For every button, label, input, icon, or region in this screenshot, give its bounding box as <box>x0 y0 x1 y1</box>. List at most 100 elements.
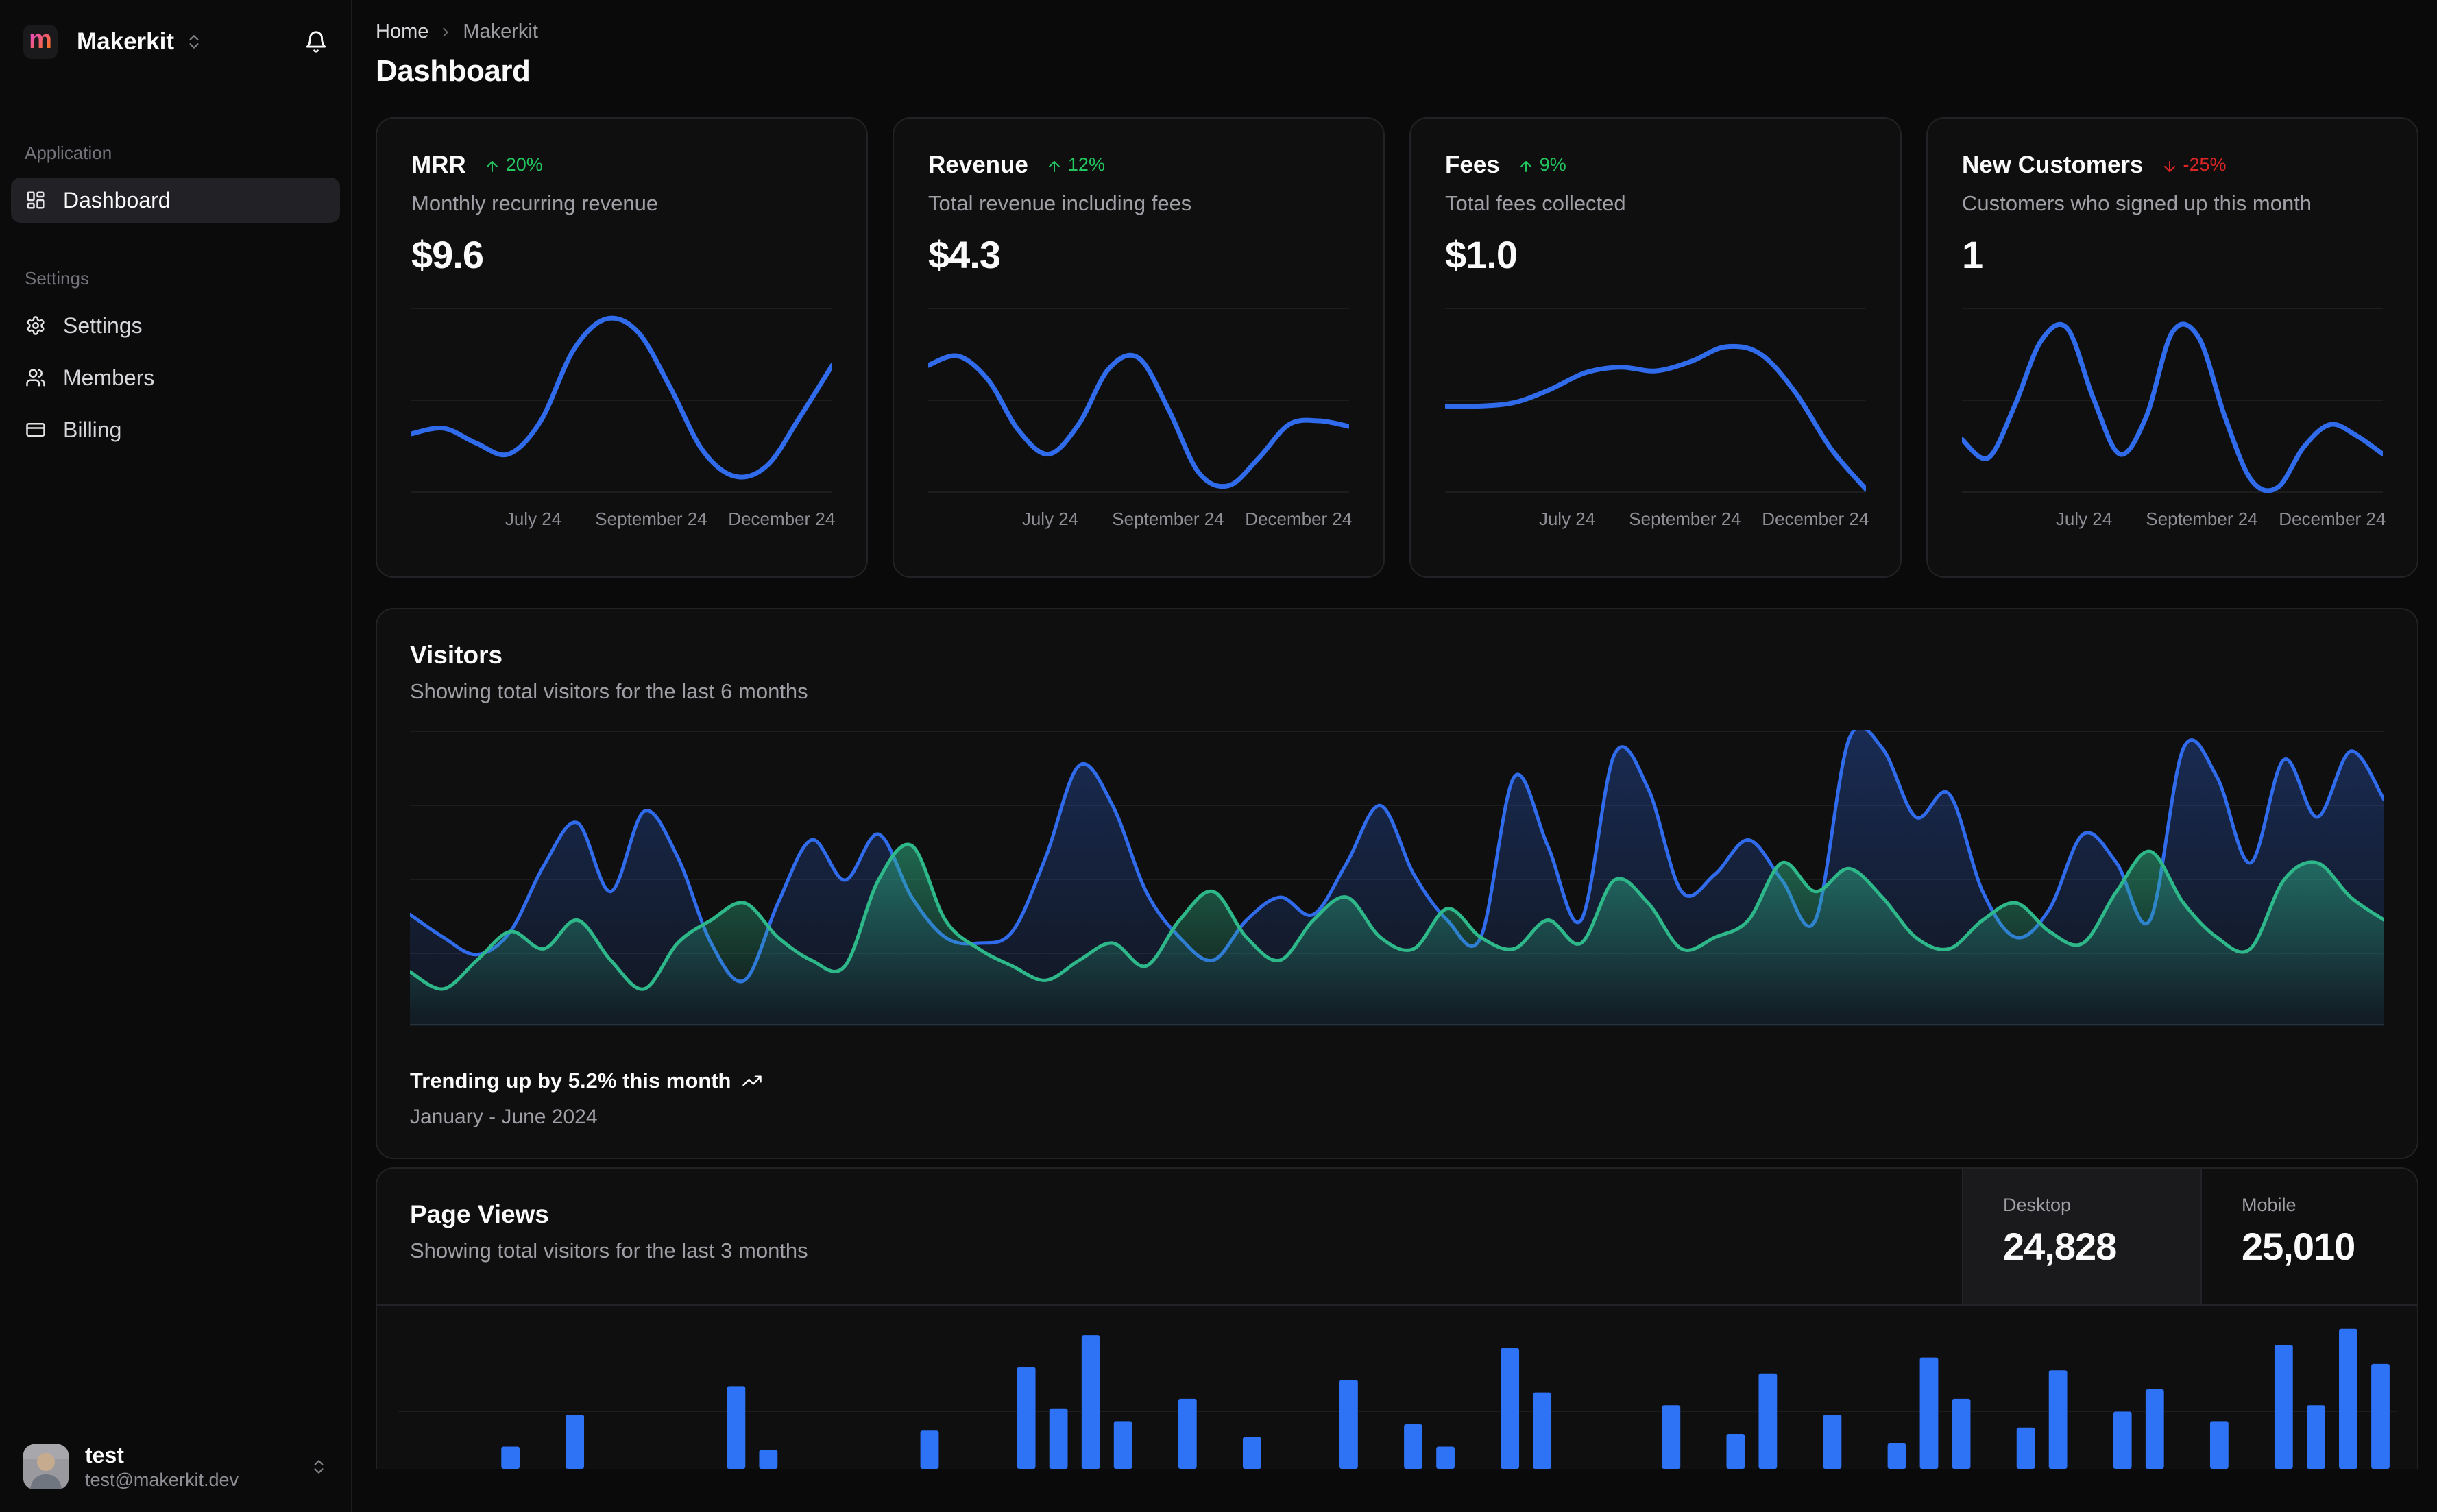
notifications-button[interactable] <box>304 30 328 53</box>
stat-card-title: Revenue <box>928 151 1028 178</box>
stat-card-description: Customers who signed up this month <box>1962 191 2312 215</box>
workspace-logo: m <box>23 25 58 59</box>
page-views-subtitle: Showing total visitors for the last 3 mo… <box>410 1239 808 1263</box>
breadcrumb-home-link[interactable]: Home <box>376 21 428 43</box>
chevrons-up-down-icon <box>310 1458 328 1476</box>
stat-card-description: Monthly recurring revenue <box>411 191 659 215</box>
axis-tick-label: December 24 <box>1762 509 1869 529</box>
user-menu[interactable]: test test@makerkit.dev <box>0 1422 351 1512</box>
user-meta: test test@makerkit.dev <box>85 1441 239 1492</box>
trend-badge: 20% <box>484 154 543 175</box>
visitors-footer: Trending up by 5.2% this month January -… <box>410 1069 2384 1129</box>
stat-card-description: Total revenue including fees <box>928 191 1192 215</box>
workspace-switcher[interactable]: m Makerkit <box>0 0 351 84</box>
visitors-card: Visitors Showing total visitors for the … <box>376 608 2418 1159</box>
stat-card-header: New Customers -25% <box>1962 151 2383 179</box>
stat-card-header: Fees 9% <box>1445 151 1866 179</box>
nav-section-label-settings: Settings <box>25 268 89 289</box>
axis-tick-label: September 24 <box>595 509 707 529</box>
trending-up-icon <box>742 1071 762 1091</box>
settings-gear-icon <box>25 315 47 336</box>
arrow-down-icon <box>2161 158 2178 175</box>
stat-card-description: Total fees collected <box>1445 191 1626 215</box>
sparkline-chart <box>1445 300 1866 500</box>
credit-card-icon <box>25 419 47 440</box>
axis-tick-label: December 24 <box>2279 509 2386 529</box>
stat-card-header: MRR 20% <box>411 151 832 179</box>
sparkline-chart <box>411 300 832 500</box>
stat-card-title: Fees <box>1445 151 1500 178</box>
page-views-bar-chart <box>377 1306 2417 1469</box>
stat-cards-grid: MRR 20% Monthly recurring revenue $9.6 J… <box>376 117 2418 578</box>
spark-axis: July 24 September 24 December 24 <box>928 509 1353 531</box>
axis-tick-label: July 24 <box>1538 509 1596 529</box>
sparkline-chart <box>1962 300 2383 500</box>
toggle-label: Mobile <box>2242 1195 2296 1215</box>
arrow-up-icon <box>1518 158 1534 175</box>
page-views-title: Page Views <box>410 1200 549 1228</box>
users-icon <box>25 367 47 388</box>
stat-card-value: 1 <box>1962 233 1983 276</box>
sidebar-item-members[interactable]: Members <box>11 355 340 400</box>
sidebar-item-label: Billing <box>63 417 122 442</box>
breadcrumb: Home Makerkit <box>376 21 2418 43</box>
user-name: test <box>85 1443 124 1468</box>
visitors-title: Visitors <box>410 641 503 669</box>
avatar <box>23 1444 69 1489</box>
trend-badge: -25% <box>2161 154 2227 175</box>
sidebar-item-label: Members <box>63 365 155 390</box>
sidebar-item-settings[interactable]: Settings <box>11 303 340 348</box>
toggle-mobile[interactable]: Mobile 25,010 <box>2200 1169 2417 1304</box>
stat-card-title: MRR <box>411 151 466 178</box>
arrow-up-icon <box>1046 158 1063 175</box>
visitors-trend-text: Trending up by 5.2% this month <box>410 1069 731 1093</box>
app: m Makerkit Application Dashboard Setting… <box>0 0 2437 1512</box>
spark-axis: July 24 September 24 December 24 <box>1962 509 2386 531</box>
main-content: Home Makerkit Dashboard MRR 20% Monthly … <box>352 0 2437 1512</box>
workspace-name: Makerkit <box>77 28 175 55</box>
toggle-value: 25,010 <box>2242 1225 2355 1268</box>
nav-settings: Settings Members Billing <box>0 303 351 452</box>
sidebar: m Makerkit Application Dashboard Setting… <box>0 0 352 1512</box>
stat-card-header: Revenue 12% <box>928 151 1349 179</box>
page-views-header: Page Views Showing total visitors for th… <box>377 1169 2417 1306</box>
toggle-desktop[interactable]: Desktop 24,828 <box>1962 1169 2200 1304</box>
trend-value: 20% <box>505 154 543 175</box>
visitors-area-chart <box>410 730 2384 1026</box>
toggle-value: 24,828 <box>2003 1225 2117 1268</box>
visitors-subtitle: Showing total visitors for the last 6 mo… <box>410 679 808 703</box>
stat-card-value: $1.0 <box>1445 233 1518 276</box>
stat-card-value: $4.3 <box>928 233 1001 276</box>
breadcrumb-current[interactable]: Makerkit <box>463 21 538 43</box>
axis-tick-label: September 24 <box>1112 509 1224 529</box>
trend-badge: 12% <box>1046 154 1105 175</box>
axis-tick-label: December 24 <box>1245 509 1353 529</box>
stat-card: Fees 9% Total fees collected $1.0 July 2… <box>1409 117 1902 578</box>
axis-tick-label: July 24 <box>2055 509 2113 529</box>
user-email: test@makerkit.dev <box>85 1470 239 1491</box>
page-views-header-text: Page Views Showing total visitors for th… <box>377 1169 1962 1304</box>
stat-card: New Customers -25% Customers who signed … <box>1926 117 2418 578</box>
stat-card: Revenue 12% Total revenue including fees… <box>893 117 1385 578</box>
stat-card-title: New Customers <box>1962 151 2144 178</box>
sidebar-item-label: Settings <box>63 313 143 338</box>
stat-card-value: $9.6 <box>411 233 484 276</box>
nav-application: Dashboard <box>0 178 351 223</box>
chevrons-up-down-icon <box>185 33 203 51</box>
arrow-up-icon <box>484 158 500 175</box>
sidebar-item-dashboard[interactable]: Dashboard <box>11 178 340 223</box>
spark-axis: July 24 September 24 December 24 <box>1445 509 1869 531</box>
sidebar-item-billing[interactable]: Billing <box>11 407 340 452</box>
spark-axis: July 24 September 24 December 24 <box>411 509 836 531</box>
visitors-period: January - June 2024 <box>410 1106 598 1128</box>
trend-badge: 9% <box>1518 154 1566 175</box>
axis-tick-label: July 24 <box>1021 509 1079 529</box>
sparkline-chart <box>928 300 1349 500</box>
bell-icon <box>306 31 326 53</box>
layout-dashboard-icon <box>25 190 47 210</box>
workspace-logo-letter: m <box>29 25 52 54</box>
chevron-right-icon <box>438 25 453 40</box>
nav-section-label-application: Application <box>25 143 112 163</box>
axis-tick-label: September 24 <box>1629 509 1741 529</box>
page-views-card: Page Views Showing total visitors for th… <box>376 1167 2418 1469</box>
